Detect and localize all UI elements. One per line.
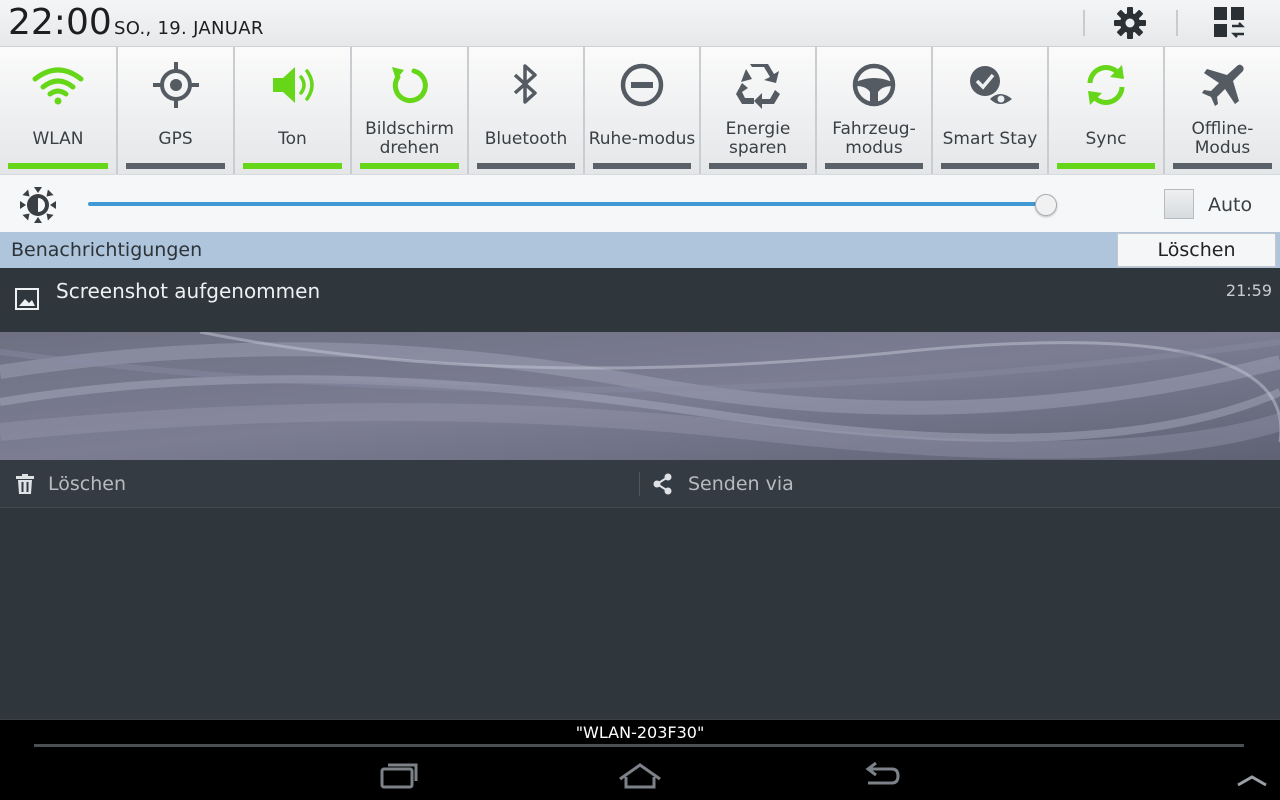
toggle-sync[interactable]: Sync (1049, 47, 1165, 175)
toggle-label: Bildschirm drehen (365, 119, 454, 158)
notification-actions: Löschen Senden via (0, 460, 1280, 508)
toggle-label: Offline-Modus (1191, 119, 1254, 158)
toggle-indicator-off (1173, 163, 1272, 169)
share-icon (653, 473, 672, 495)
gear-icon[interactable] (1112, 5, 1148, 41)
toggle-ton[interactable]: Ton (235, 47, 352, 175)
brightness-row: Auto (0, 174, 1280, 232)
wifi-icon (32, 67, 84, 105)
notification-title: Screenshot aufgenommen (56, 279, 321, 303)
brightness-slider-track[interactable] (88, 202, 1056, 206)
do-not-disturb-icon (620, 63, 664, 107)
toggle-label: Fahrzeug-modus (832, 119, 916, 158)
preview-wallpaper-image (0, 332, 1280, 460)
recent-apps-icon[interactable] (374, 757, 426, 793)
toggle-fahrzeugmodus[interactable]: Fahrzeug-modus (817, 47, 933, 175)
notifications-title: Benachrichtigungen (11, 239, 203, 261)
toggle-smart-stay[interactable]: Smart Stay (933, 47, 1049, 175)
screenshot-preview[interactable] (0, 332, 1280, 460)
toggle-indicator-on (243, 163, 342, 169)
toggle-label: Smart Stay (942, 128, 1038, 149)
toggle-rotate[interactable]: Bildschirm drehen (352, 47, 469, 175)
notification-item[interactable]: Screenshot aufgenommen 21:59 (0, 268, 1280, 332)
toggle-label: Ruhe-modus (588, 128, 696, 149)
home-icon[interactable] (614, 757, 666, 793)
auto-brightness-checkbox[interactable] (1164, 189, 1194, 219)
status-header: 22:00 SO., 19. JANUAR (0, 0, 1280, 46)
brightness-slider-thumb[interactable] (1035, 194, 1058, 216)
toggle-wlan[interactable]: WLAN (0, 47, 118, 175)
steering-wheel-icon (852, 63, 896, 107)
speaker-icon (272, 67, 314, 103)
header-divider (1083, 10, 1085, 36)
sync-icon (1087, 65, 1125, 105)
recycle-icon (736, 64, 780, 109)
quick-settings-panel: WLAN GPS Ton Bildschirm drehen Bluetooth… (0, 46, 1280, 175)
toggle-indicator-off (593, 163, 691, 169)
delete-screenshot-button[interactable]: Löschen (0, 460, 639, 508)
action-label: Senden via (688, 473, 794, 495)
brightness-icon (20, 187, 56, 223)
network-ssid: "WLAN-203F30" (575, 723, 705, 742)
toggle-indicator-off (477, 163, 575, 169)
header-divider (1176, 10, 1178, 36)
toggle-label: GPS (158, 128, 193, 149)
toggle-label: Energie sparen (725, 119, 791, 158)
multi-window-icon[interactable] (1212, 5, 1248, 41)
toggle-indicator-on (360, 163, 459, 169)
toggle-indicator-off (126, 163, 225, 169)
gps-icon (152, 62, 199, 108)
image-icon (15, 288, 39, 310)
chevron-up-icon[interactable] (1226, 757, 1278, 793)
toggle-indicator-off (825, 163, 923, 169)
toggle-offline-modus[interactable]: Offline-Modus (1165, 47, 1280, 175)
toggle-indicator-off (709, 163, 807, 169)
rotate-icon (391, 67, 428, 104)
toggle-ruhemodus[interactable]: Ruhe-modus (585, 47, 701, 175)
navigation-bar (0, 749, 1280, 800)
share-screenshot-button[interactable]: Senden via (640, 460, 1280, 508)
notification-time: 21:59 (1225, 281, 1272, 300)
bluetooth-icon (513, 64, 537, 104)
toggle-label: Sync (1085, 128, 1127, 149)
clock: 22:00 (8, 2, 112, 43)
toggle-energie[interactable]: Energie sparen (701, 47, 817, 175)
toggle-indicator-on (1057, 163, 1155, 169)
notification-empty-area (0, 509, 1280, 719)
trash-icon (16, 474, 34, 494)
toggle-gps[interactable]: GPS (118, 47, 235, 175)
notifications-header: Benachrichtigungen Löschen (0, 232, 1280, 268)
airplane-icon (1201, 64, 1244, 106)
toggle-bluetooth[interactable]: Bluetooth (469, 47, 585, 175)
back-icon[interactable] (856, 757, 908, 793)
clear-notifications-button[interactable]: Löschen (1117, 233, 1276, 267)
toggle-label: Ton (278, 128, 307, 149)
toggle-label: Bluetooth (484, 128, 568, 149)
auto-brightness-label: Auto (1208, 194, 1253, 216)
action-label: Löschen (48, 473, 126, 495)
date: SO., 19. JANUAR (114, 18, 264, 39)
toggle-label: WLAN (32, 128, 84, 149)
smart-stay-icon (970, 66, 1012, 104)
toggle-indicator-on (8, 163, 108, 169)
network-info: "WLAN-203F30" (0, 719, 1280, 749)
panel-handle[interactable] (34, 744, 1244, 747)
toggle-indicator-off (941, 163, 1039, 169)
